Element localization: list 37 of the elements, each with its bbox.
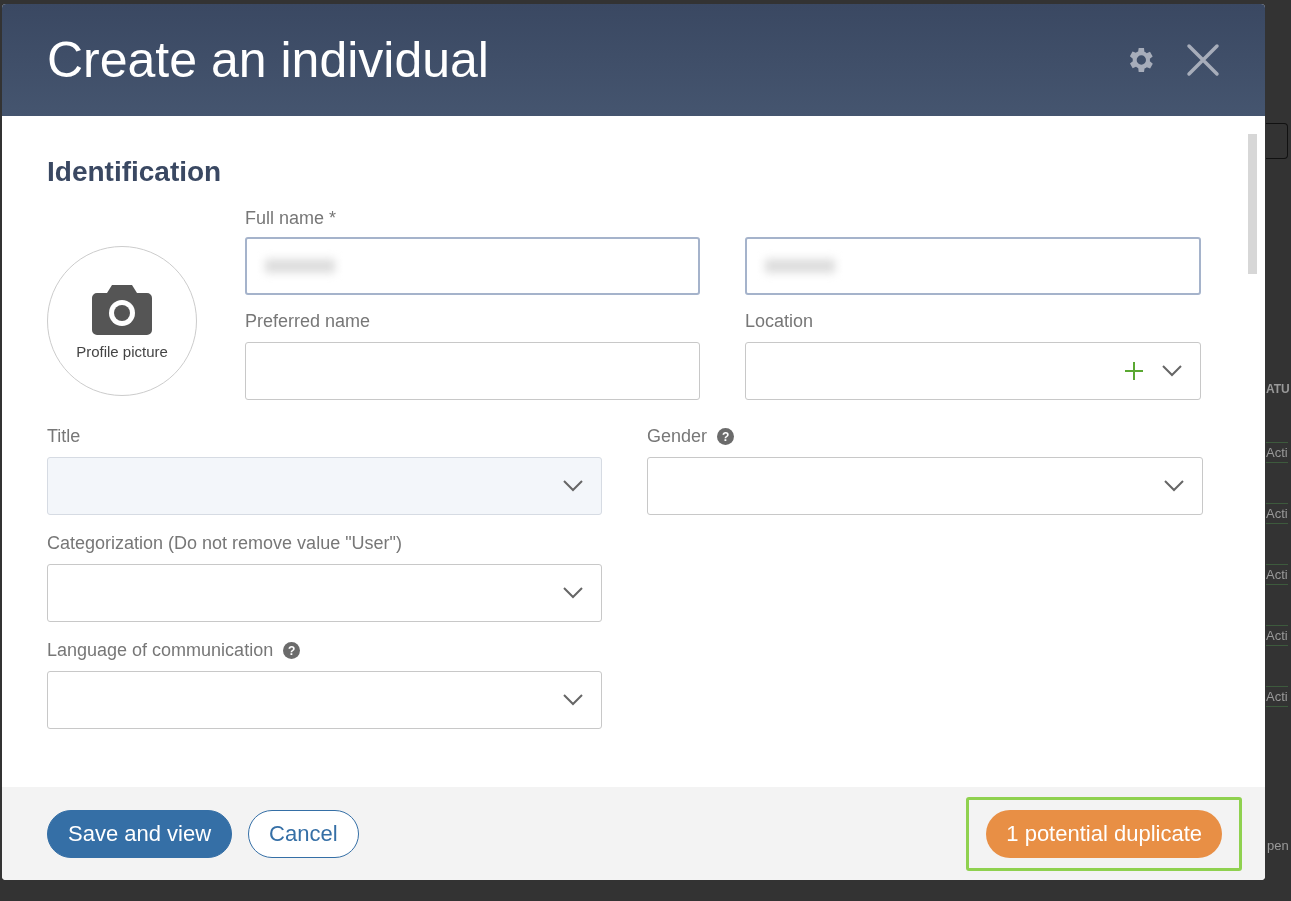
chevron-down-icon	[563, 587, 583, 599]
help-icon[interactable]: ?	[283, 642, 301, 659]
close-icon[interactable]	[1186, 43, 1220, 77]
categorization-dropdown[interactable]	[47, 564, 602, 622]
plus-icon[interactable]	[1124, 361, 1144, 381]
chevron-down-icon	[563, 694, 583, 706]
camera-icon	[90, 282, 154, 337]
chevron-down-icon	[1164, 480, 1184, 492]
save-button[interactable]: Save and view	[47, 809, 233, 858]
chevron-down-icon	[563, 480, 583, 492]
status-badge: Acti	[1266, 564, 1288, 585]
field-label: Categorization (Do not remove value "User")	[47, 533, 402, 554]
background-text: pen	[1267, 838, 1289, 853]
language-dropdown[interactable]	[47, 671, 602, 729]
field-label: Title	[47, 426, 82, 447]
field-label: Preferred name	[245, 311, 372, 332]
section-title: Identification	[47, 156, 223, 188]
chevron-down-icon	[1162, 365, 1182, 377]
column-heading: ATU	[1266, 382, 1290, 396]
field-label: Full name *	[245, 208, 337, 228]
gender-dropdown[interactable]	[647, 457, 1203, 515]
field-label: Location	[745, 311, 815, 332]
name-field[interactable]	[245, 237, 700, 295]
status-badge: Acti	[1266, 686, 1288, 707]
field-label: Language of communication	[47, 640, 274, 661]
location-dropdown[interactable]	[745, 342, 1201, 400]
dialog-title: Create an individual	[47, 31, 490, 89]
cancel-button[interactable]: Cancel	[248, 809, 359, 858]
status-badge: Acti	[1266, 625, 1288, 646]
help-icon[interactable]: ?	[717, 428, 735, 445]
status-badge: Acti	[1266, 442, 1288, 463]
preferred-name-field[interactable]	[245, 342, 700, 400]
name-field[interactable]	[745, 237, 1201, 295]
blurred-text	[265, 259, 335, 273]
field-label: Gender	[647, 426, 708, 447]
blurred-text	[765, 259, 835, 273]
status-badge: Acti	[1266, 503, 1288, 524]
